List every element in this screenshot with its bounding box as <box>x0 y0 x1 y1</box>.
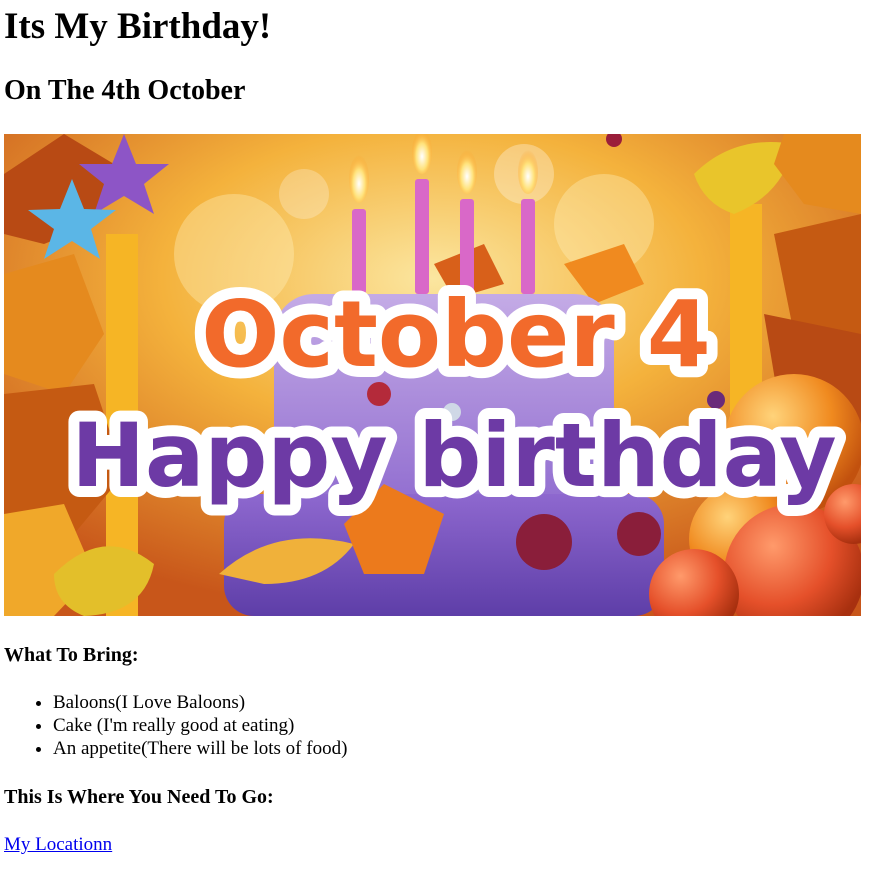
banner-line2: Happy birthday <box>71 404 836 507</box>
page: Its My Birthday! On The 4th October Octo… <box>0 4 885 856</box>
banner-illustration: October 4 October 4 Happy birthday Happy… <box>4 134 861 616</box>
banner-line1: October 4 <box>201 281 711 388</box>
list-item: Cake (I'm really good at eating) <box>53 714 881 737</box>
page-subtitle: On The 4th October <box>4 75 246 106</box>
bring-list: Baloons(I Love Baloons) Cake (I'm really… <box>4 691 881 760</box>
list-item: Baloons(I Love Baloons) <box>53 691 881 714</box>
bring-heading: What To Bring: <box>4 644 139 666</box>
page-title: Its My Birthday! <box>4 6 272 47</box>
birthday-banner-image: October 4 October 4 Happy birthday Happy… <box>4 134 861 616</box>
list-item: An appetite(There will be lots of food) <box>53 737 881 760</box>
location-heading: This Is Where You Need To Go: <box>4 786 274 808</box>
location-link[interactable]: My Locationn <box>4 834 112 856</box>
